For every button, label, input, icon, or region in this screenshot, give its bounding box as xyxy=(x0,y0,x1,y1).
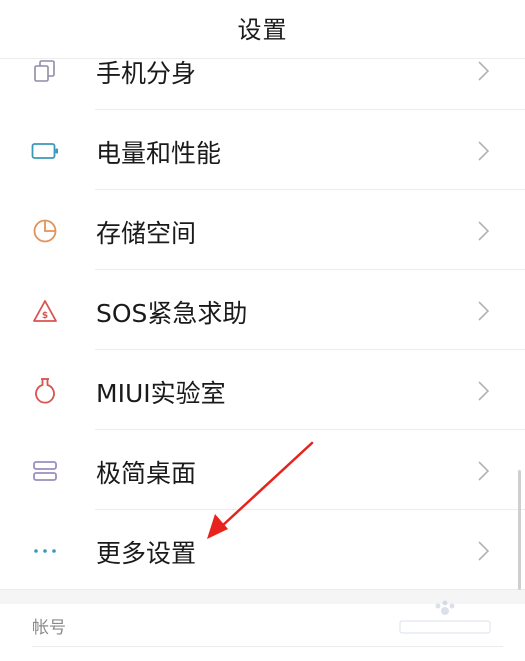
dual-apps-icon xyxy=(30,58,60,84)
watermark-logo xyxy=(399,600,491,634)
settings-item-label: 手机分身 xyxy=(96,59,197,88)
simple-home-icon xyxy=(30,458,60,484)
settings-item-battery[interactable]: 电量和性能 xyxy=(0,110,525,190)
svg-text:$: $ xyxy=(42,311,48,321)
chevron-right-icon xyxy=(478,461,490,481)
settings-item-label: 更多设置 xyxy=(96,539,197,568)
chevron-right-icon xyxy=(478,301,490,321)
settings-item-simple-home[interactable]: 极简桌面 xyxy=(0,430,525,510)
scrollbar[interactable] xyxy=(518,470,521,590)
flask-icon xyxy=(30,378,60,404)
settings-item-label: SOS紧急求助 xyxy=(96,299,248,328)
settings-screen: 手机分身 电量和性能 存储空间 $ SOS紧急求助 MIUI实验室 极简桌面 更… xyxy=(0,0,525,661)
storage-pie-icon xyxy=(30,218,60,244)
sos-icon: $ xyxy=(30,298,60,324)
settings-item-label: 存储空间 xyxy=(96,219,197,248)
settings-item-storage[interactable]: 存储空间 xyxy=(0,190,525,270)
battery-icon xyxy=(30,138,60,164)
settings-item-label: 极简桌面 xyxy=(96,459,197,488)
divider xyxy=(32,646,503,647)
page-title: 设置 xyxy=(237,16,288,44)
chevron-right-icon xyxy=(478,141,490,161)
settings-item-label: MIUI实验室 xyxy=(96,379,226,408)
settings-item-sos[interactable]: $ SOS紧急求助 xyxy=(0,270,525,350)
chevron-right-icon xyxy=(478,541,490,561)
chevron-right-icon xyxy=(478,381,490,401)
settings-list: 手机分身 电量和性能 存储空间 $ SOS紧急求助 MIUI实验室 极简桌面 更… xyxy=(0,30,525,590)
header: 设置 xyxy=(0,0,525,59)
settings-item-more-settings[interactable]: 更多设置 xyxy=(0,510,525,590)
chevron-right-icon xyxy=(478,221,490,241)
chevron-right-icon xyxy=(478,61,490,81)
section-title-account: 帐号 xyxy=(32,618,66,638)
settings-item-label: 电量和性能 xyxy=(96,139,222,168)
more-dots-icon xyxy=(30,538,60,564)
settings-item-miui-lab[interactable]: MIUI实验室 xyxy=(0,350,525,430)
